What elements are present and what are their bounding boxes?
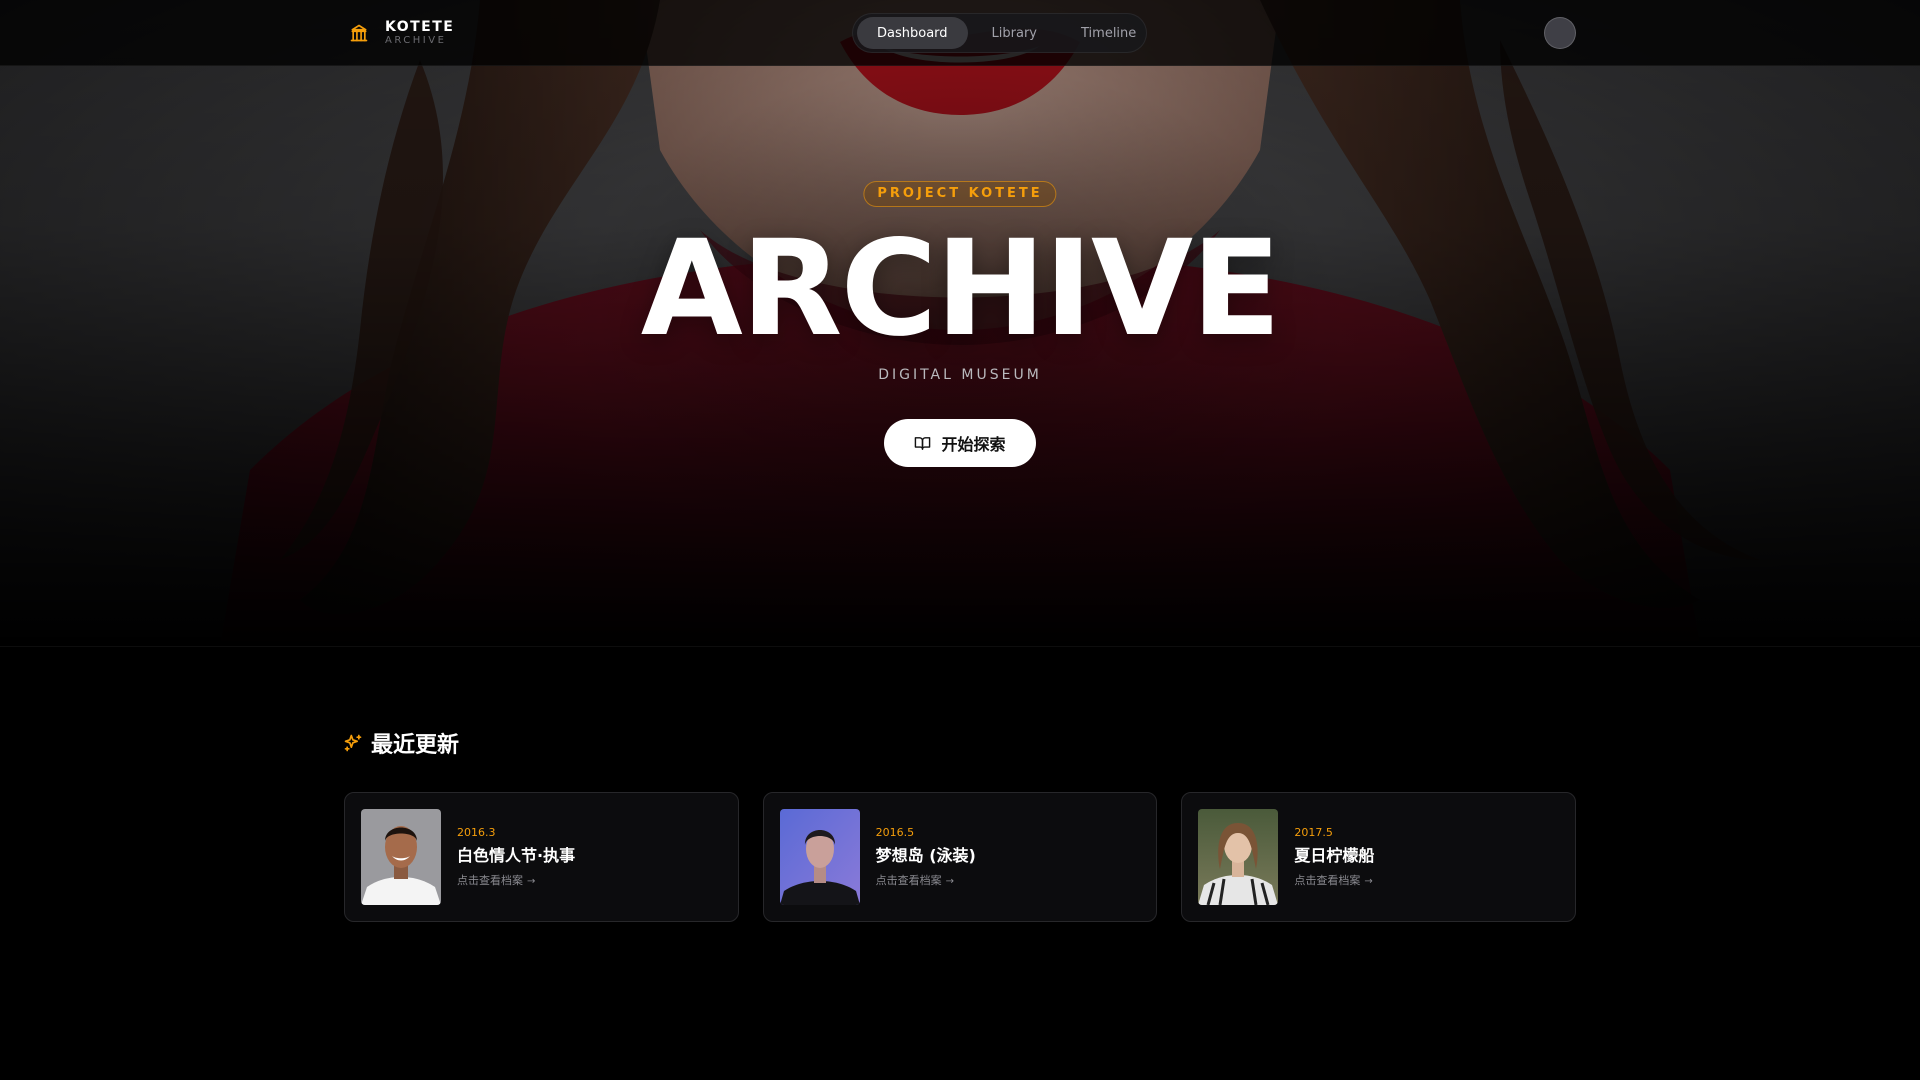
archive-card[interactable]: 2016.3 白色情人节·执事 点击查看档案 →	[344, 792, 739, 922]
card-view-label: 点击查看档案	[457, 873, 523, 887]
archive-card[interactable]: 2016.5 梦想岛 (泳装) 点击查看档案 →	[762, 792, 1158, 922]
start-explore-label: 开始探索	[941, 435, 1006, 454]
arrow-right-icon: →	[527, 875, 536, 887]
brand-name: KOTETE	[385, 19, 455, 35]
card-date: 2017.5	[1294, 825, 1333, 839]
arrow-right-icon: →	[945, 875, 955, 887]
project-badge: PROJECT KOTETE	[863, 181, 1057, 207]
sparkles-icon	[344, 734, 362, 752]
arrow-right-icon: →	[1364, 875, 1373, 887]
card-thumbnail	[1198, 809, 1279, 905]
hero-divider	[0, 646, 1920, 647]
hero-content: PROJECT KOTETE ARCHIVE DIGITAL MUSEUM 开始…	[0, 0, 1920, 646]
card-title: 梦想岛 (泳装)	[875, 845, 976, 865]
recent-cards: 2016.3 白色情人节·执事 点击查看档案 → 2016.5 梦想岛 (泳装)…	[344, 792, 1577, 922]
recent-updates-title: 最近更新	[371, 733, 460, 758]
archive-card[interactable]: 2017.5 夏日柠檬船 点击查看档案 →	[1181, 792, 1577, 922]
card-title: 夏日柠檬船	[1294, 845, 1375, 865]
brand[interactable]: KOTETE ARCHIVE	[349, 17, 454, 49]
card-view-label: 点击查看档案	[1294, 873, 1361, 887]
card-view-link[interactable]: 点击查看档案 →	[1294, 874, 1374, 889]
card-title: 白色情人节·执事	[457, 845, 576, 865]
hero-section: PROJECT KOTETE ARCHIVE DIGITAL MUSEUM 开始…	[0, 0, 1920, 646]
card-thumbnail	[779, 809, 860, 905]
card-thumbnail	[361, 809, 441, 905]
start-explore-button[interactable]: 开始探索	[884, 419, 1036, 467]
card-view-link[interactable]: 点击查看档案 →	[457, 874, 575, 889]
hero-title: ARCHIVE	[640, 212, 1282, 366]
tab-library[interactable]: Library	[972, 17, 1057, 49]
hero-subtitle: DIGITAL MUSEUM	[878, 367, 1042, 383]
user-avatar[interactable]	[1544, 17, 1576, 49]
card-view-label: 点击查看档案	[875, 873, 942, 887]
top-navbar: KOTETE ARCHIVE Dashboard Library Timelin…	[0, 0, 1920, 66]
book-open-icon	[915, 436, 931, 450]
brand-subtitle: ARCHIVE	[385, 35, 447, 46]
card-view-link[interactable]: 点击查看档案 →	[876, 874, 976, 889]
main-nav: Dashboard Library Timeline	[852, 13, 1147, 53]
card-date: 2016.5	[875, 825, 915, 839]
recent-updates-heading: 最近更新	[343, 727, 459, 759]
library-icon	[350, 24, 368, 42]
tab-timeline[interactable]: Timeline	[1061, 17, 1156, 49]
card-date: 2016.3	[457, 825, 496, 839]
tab-dashboard[interactable]: Dashboard	[857, 17, 968, 49]
